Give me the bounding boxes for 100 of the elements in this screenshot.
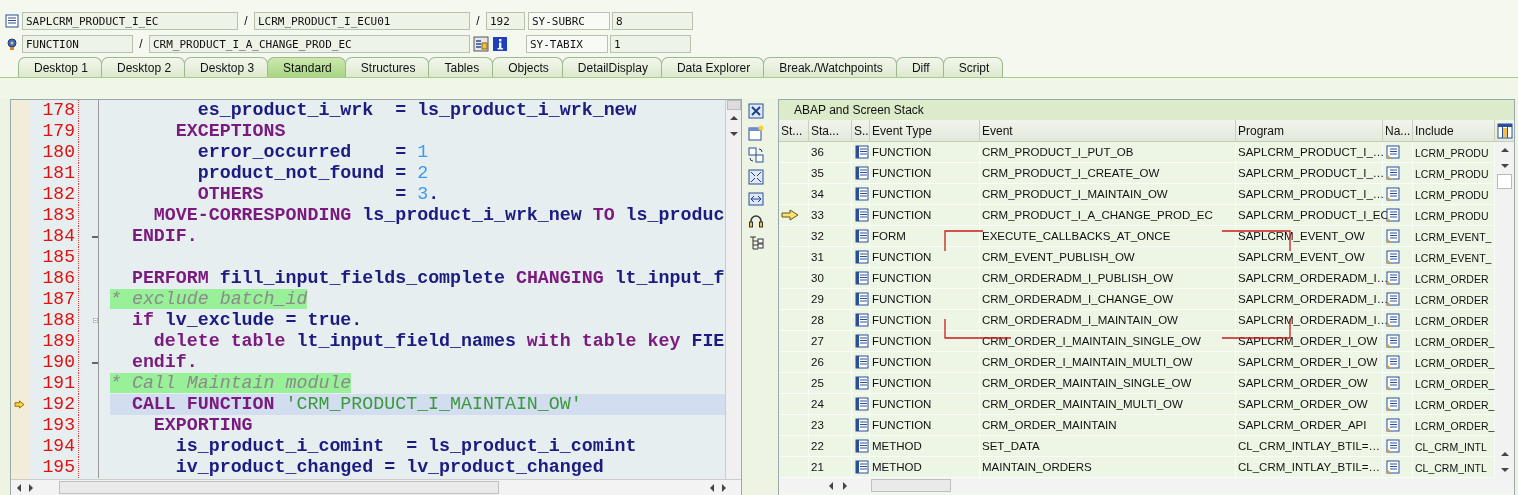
program-field[interactable]: SAPLCRM_PRODUCT_I_EC [22, 12, 238, 30]
scroll-up-icon[interactable] [728, 114, 739, 122]
navigate-icon[interactable] [1386, 418, 1400, 432]
table-cell: FUNCTION [870, 310, 980, 330]
navigate-icon[interactable] [1386, 313, 1400, 327]
layout-icon[interactable] [1497, 122, 1513, 139]
swap-icon[interactable] [748, 147, 764, 163]
cog-icon [5, 37, 19, 51]
table-cell: SAPLCRM_PRODUCT_I_… [1236, 163, 1383, 183]
column-header[interactable]: Event Type [870, 120, 980, 141]
tab[interactable]: Objects [492, 57, 563, 77]
table-cell: FUNCTION [870, 163, 980, 183]
table-cell: SAPLCRM_ORDER_OW [1236, 394, 1383, 414]
scroll-left-icon[interactable] [15, 482, 23, 493]
scroll-thumb[interactable] [59, 481, 499, 494]
line-number: 185 [28, 247, 79, 268]
table-cell: 36 [809, 142, 852, 162]
table-cell: CRM_PRODUCT_I_MAINTAIN_OW [980, 184, 1236, 204]
tab[interactable]: Standard [267, 57, 346, 77]
column-header[interactable]: S.. [852, 120, 870, 141]
column-header[interactable]: Sta... [809, 120, 852, 141]
event-type-field[interactable]: FUNCTION [22, 35, 133, 53]
scroll-down-icon[interactable] [1499, 162, 1510, 170]
scroll-right-icon[interactable] [720, 482, 728, 493]
navigate-icon[interactable] [1386, 166, 1400, 180]
document-icon [855, 460, 869, 474]
tab[interactable]: Desktop 2 [101, 57, 186, 77]
scroll-thumb[interactable] [726, 100, 741, 110]
separator: / [138, 37, 144, 51]
line-number: 186 [28, 268, 79, 289]
scrollbar[interactable] [725, 100, 741, 479]
hierarchy-icon[interactable] [748, 235, 764, 251]
line-number: 192 [28, 394, 79, 415]
tab[interactable]: Break./Watchpoints [763, 57, 897, 77]
document-icon [855, 250, 869, 264]
column-header[interactable]: Program [1236, 120, 1383, 141]
navigate-icon[interactable] [1386, 355, 1400, 369]
navigate-icon[interactable] [1386, 250, 1400, 264]
include-field[interactable]: LCRM_PRODUCT_I_ECU01 [254, 12, 470, 30]
tab[interactable]: Diff [895, 57, 944, 77]
navigate-icon[interactable] [1386, 397, 1400, 411]
scroll-thumb[interactable] [871, 479, 951, 492]
scroll-down-icon[interactable] [1499, 466, 1510, 474]
table-cell: CRM_ORDER_I_MAINTAIN_MULTI_OW [980, 352, 1236, 372]
table-cell: METHOD [870, 436, 980, 456]
table-cell: EXECUTE_CALLBACKS_AT_ONCE [980, 226, 1236, 246]
navigate-icon[interactable] [1386, 208, 1400, 222]
column-header[interactable]: Na... [1383, 120, 1413, 141]
navigate-icon[interactable] [1386, 376, 1400, 390]
field-list-icon[interactable] [473, 36, 489, 52]
scroll-up-icon[interactable] [1499, 146, 1510, 154]
sysvar-value[interactable]: 8 [612, 12, 693, 30]
scrollbar[interactable] [11, 479, 741, 495]
navigate-icon[interactable] [1386, 145, 1400, 159]
navigate-icon[interactable] [1386, 187, 1400, 201]
scroll-thumb[interactable] [1497, 174, 1512, 189]
line-field[interactable]: 192 [486, 12, 525, 30]
table-cell: SAPLCRM_ORDER_API [1236, 415, 1383, 435]
tab[interactable]: Desktop 1 [18, 57, 103, 77]
event-field[interactable]: CRM_PRODUCT_I_A_CHANGE_PROD_EC [149, 35, 470, 53]
scrollbar[interactable] [779, 478, 1514, 493]
navigate-icon[interactable] [1386, 271, 1400, 285]
info-icon[interactable] [492, 36, 508, 52]
scroll-right-icon[interactable] [27, 482, 35, 493]
navigate-icon[interactable] [1386, 439, 1400, 453]
code-line: EXPORTING [152, 415, 254, 436]
scrollbar[interactable] [1495, 142, 1514, 478]
close-icon[interactable] [748, 103, 764, 119]
sysvar-value[interactable]: 1 [610, 35, 691, 53]
table-cell: 25 [809, 373, 852, 393]
document-icon [855, 187, 869, 201]
tab[interactable]: Data Explorer [660, 57, 765, 77]
navigate-icon[interactable] [1386, 292, 1400, 306]
code-line: if lv_exclude = true. [130, 310, 364, 331]
navigate-icon[interactable] [1386, 229, 1400, 243]
scroll-down-icon[interactable] [728, 130, 739, 138]
table-cell: FUNCTION [870, 205, 980, 225]
tab[interactable]: DetailDisplay [561, 57, 662, 77]
scroll-right-icon[interactable] [841, 480, 849, 491]
table-cell: SAPLCRM_PRODUCT_I_… [1236, 184, 1383, 204]
column-header[interactable]: Event [980, 120, 1236, 141]
width-icon[interactable] [748, 191, 764, 207]
tab[interactable]: Desktop 3 [184, 57, 269, 77]
tab[interactable]: Script [942, 57, 1004, 77]
scroll-up-icon[interactable] [1499, 450, 1510, 458]
fullscreen-icon[interactable] [748, 169, 764, 185]
column-header[interactable]: Include [1413, 120, 1495, 141]
navigate-icon[interactable] [1386, 334, 1400, 348]
table-cell: CRM_EVENT_PUBLISH_OW [980, 247, 1236, 267]
line-number: 180 [28, 142, 79, 163]
column-header[interactable]: St... [779, 120, 809, 141]
new-window-icon[interactable] [748, 125, 764, 141]
document-icon [855, 145, 869, 159]
scroll-left-icon[interactable] [827, 480, 835, 491]
tab[interactable]: Tables [428, 57, 494, 77]
scroll-left-icon[interactable] [708, 482, 716, 493]
tab[interactable]: Structures [344, 57, 430, 77]
code-line: PERFORM fill_input_fields_complete CHANGING lt_input_f [130, 268, 725, 289]
navigate-icon[interactable] [1386, 460, 1400, 474]
headphones-icon[interactable] [748, 213, 764, 229]
